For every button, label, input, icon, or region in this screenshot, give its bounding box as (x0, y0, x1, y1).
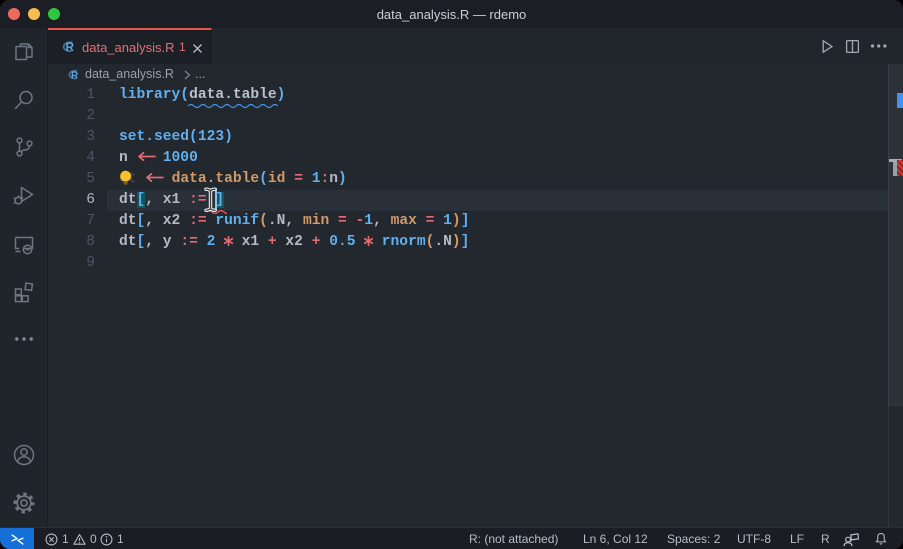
svg-text:R: R (66, 42, 75, 54)
svg-text:R: R (71, 70, 78, 81)
